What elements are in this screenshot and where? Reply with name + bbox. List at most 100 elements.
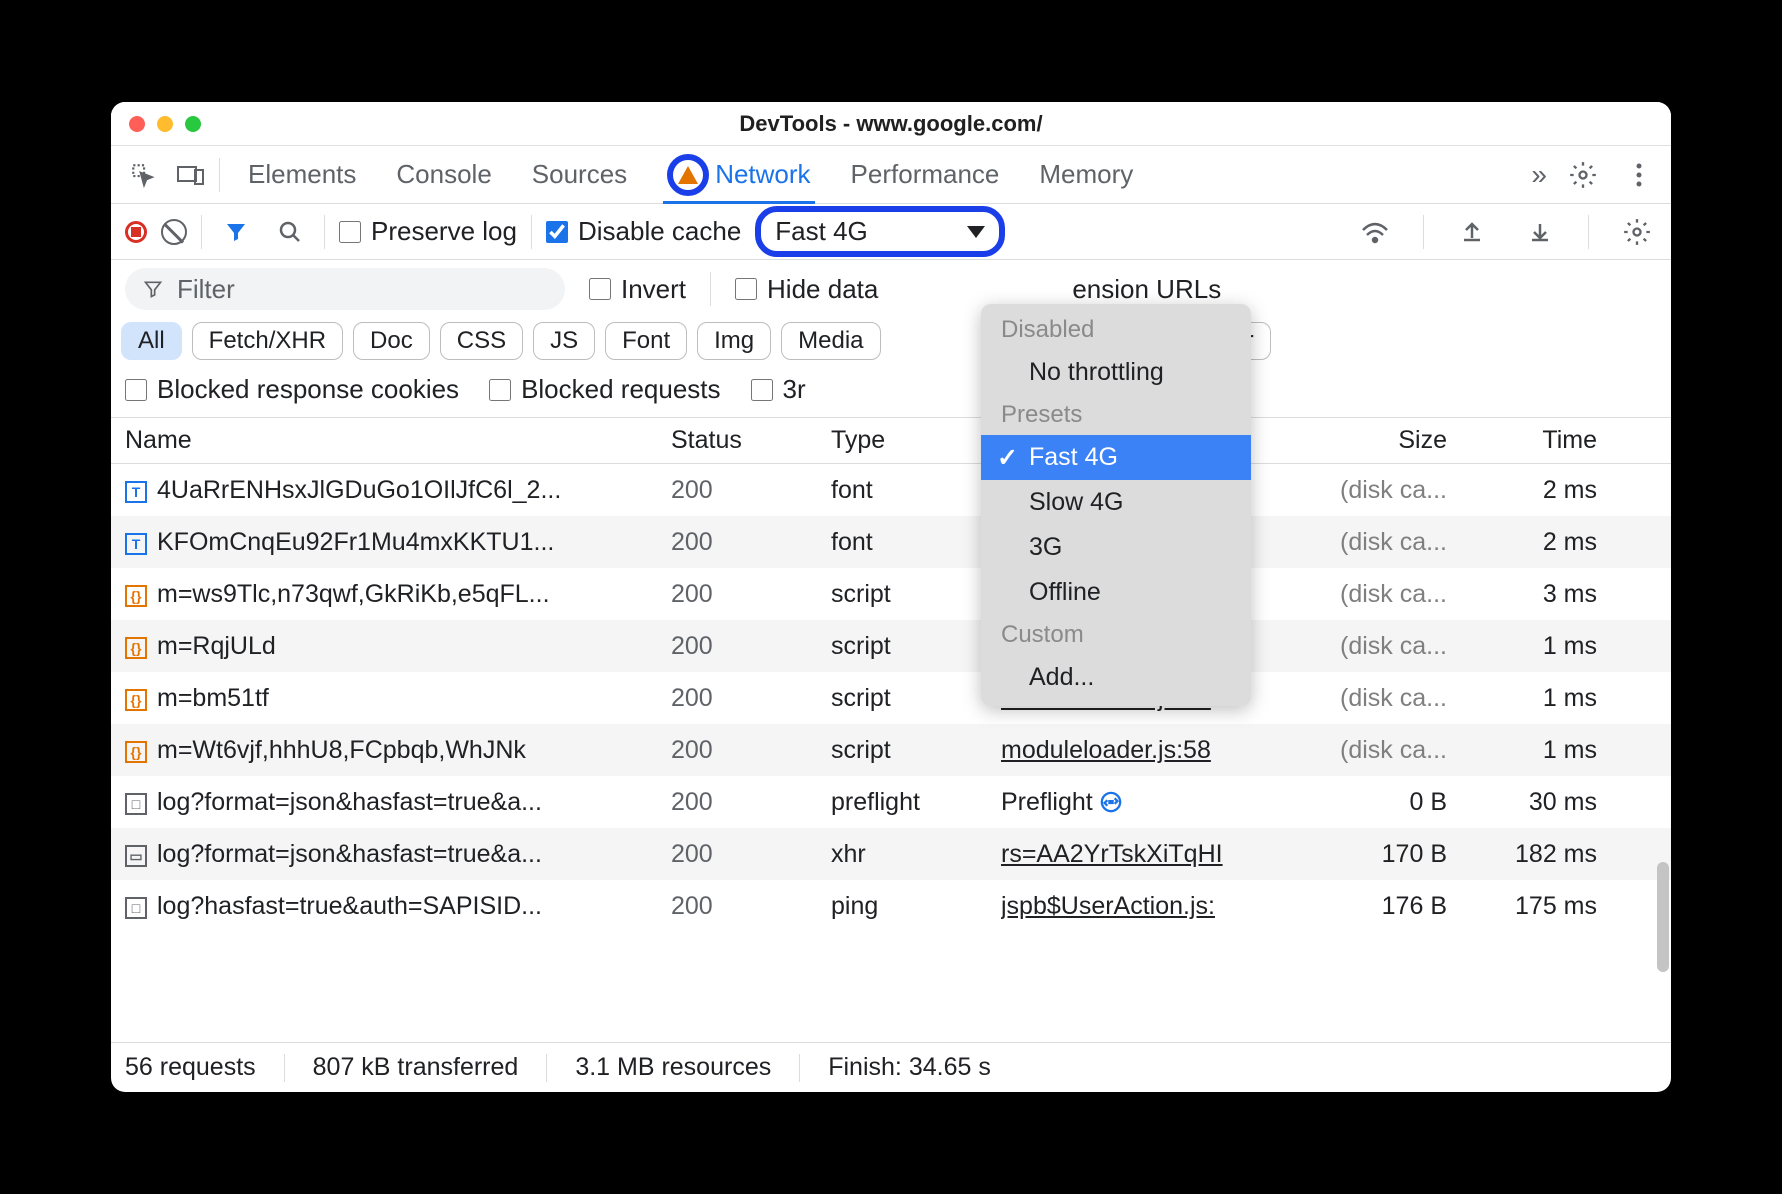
request-status: 200 <box>671 476 831 505</box>
chip-doc[interactable]: Doc <box>353 322 430 360</box>
request-status: 200 <box>671 528 831 557</box>
table-row[interactable]: {}m=RqjULd 200 script 58 (disk ca... 1 m… <box>111 620 1671 672</box>
table-row[interactable]: {}m=bm51tf 200 script moduleloader.js:58… <box>111 672 1671 724</box>
column-size[interactable]: Size <box>1281 426 1461 455</box>
request-initiator[interactable]: Preflight <box>1001 788 1281 817</box>
network-warning-highlight <box>667 154 709 196</box>
request-size: (disk ca... <box>1281 528 1461 557</box>
column-type[interactable]: Type <box>831 426 1001 455</box>
more-menu-icon[interactable] <box>1619 155 1659 195</box>
dropdown-item-slow-4g[interactable]: Slow 4G <box>981 480 1251 525</box>
settings-icon[interactable] <box>1563 155 1603 195</box>
request-initiator[interactable]: rs=AA2YrTskXiTqHI <box>1001 840 1281 869</box>
disable-cache-checkbox[interactable]: Disable cache <box>546 216 741 247</box>
column-name[interactable]: Name <box>111 426 671 455</box>
file-type-icon: {} <box>125 585 147 607</box>
scrollbar[interactable] <box>1657 862 1669 972</box>
dropdown-item-fast-4g[interactable]: Fast 4G <box>981 435 1251 480</box>
status-bar: 56 requests 807 kB transferred 3.1 MB re… <box>111 1042 1671 1092</box>
chip-img[interactable]: Img <box>697 322 771 360</box>
request-time: 1 ms <box>1461 684 1621 713</box>
request-status: 200 <box>671 892 831 921</box>
blocked-response-cookies-checkbox[interactable]: Blocked response cookies <box>125 374 459 405</box>
request-type: script <box>831 684 1001 713</box>
tabs-right-controls: » <box>1531 155 1659 195</box>
inspect-element-icon[interactable] <box>123 155 163 195</box>
request-time: 2 ms <box>1461 476 1621 505</box>
blocked-requests-checkbox[interactable]: Blocked requests <box>489 374 720 405</box>
table-row[interactable]: {}m=ws9Tlc,n73qwf,GkRiKb,e5qFL... 200 sc… <box>111 568 1671 620</box>
blocked-requests-label: Blocked requests <box>521 374 720 405</box>
table-row[interactable]: {}m=Wt6vjf,hhhU8,FCpbqb,WhJNk 200 script… <box>111 724 1671 776</box>
tab-performance[interactable]: Performance <box>851 146 1000 204</box>
dropdown-item-3g[interactable]: 3G <box>981 525 1251 570</box>
tab-console[interactable]: Console <box>396 146 491 204</box>
search-icon[interactable] <box>270 212 310 252</box>
request-status: 200 <box>671 632 831 661</box>
dropdown-item-no-throttling[interactable]: No throttling <box>981 350 1251 395</box>
footer-resources: 3.1 MB resources <box>575 1053 771 1082</box>
request-type: xhr <box>831 840 1001 869</box>
network-toolbar: Preserve log Disable cache Fast 4G <box>111 204 1671 260</box>
request-initiator[interactable]: jspb$UserAction.js: <box>1001 892 1281 921</box>
dropdown-item-add[interactable]: Add... <box>981 655 1251 700</box>
tab-elements[interactable]: Elements <box>248 146 356 204</box>
dropdown-item-offline[interactable]: Offline <box>981 570 1251 615</box>
third-party-label-fragment: 3r <box>783 374 806 405</box>
throttling-dropdown: Disabled No throttling Presets Fast 4G S… <box>981 304 1251 706</box>
tab-memory[interactable]: Memory <box>1039 146 1133 204</box>
titlebar: DevTools - www.google.com/ <box>111 102 1671 146</box>
separator <box>1423 215 1424 249</box>
hide-data-checkbox[interactable]: Hide data <box>735 274 878 305</box>
chip-css[interactable]: CSS <box>440 322 523 360</box>
network-conditions-icon[interactable] <box>1355 212 1395 252</box>
chip-all[interactable]: All <box>121 322 182 360</box>
throttling-select[interactable]: Fast 4G <box>755 206 1005 257</box>
request-initiator[interactable]: moduleloader.js:58 <box>1001 736 1281 765</box>
table-row[interactable]: TKFOmCnqEu92Fr1Mu4mxKKTU1... 200 font n3… <box>111 516 1671 568</box>
filter-input[interactable]: Filter <box>125 268 565 310</box>
network-settings-icon[interactable] <box>1617 212 1657 252</box>
invert-checkbox[interactable]: Invert <box>589 274 686 305</box>
request-time: 2 ms <box>1461 528 1621 557</box>
request-time: 1 ms <box>1461 632 1621 661</box>
table-row[interactable]: T4UaRrENHsxJlGDuGo1OIlJfC6l_2... 200 fon… <box>111 464 1671 516</box>
file-type-icon: {} <box>125 637 147 659</box>
upload-har-icon[interactable] <box>1452 212 1492 252</box>
toggle-device-icon[interactable] <box>171 155 211 195</box>
request-name: 4UaRrENHsxJlGDuGo1OIlJfC6l_2... <box>157 476 561 504</box>
preserve-log-checkbox[interactable]: Preserve log <box>339 216 517 247</box>
file-type-icon: ▭ <box>125 845 147 867</box>
request-type: script <box>831 736 1001 765</box>
record-button[interactable] <box>125 221 147 243</box>
clear-button[interactable] <box>161 219 187 245</box>
request-name: m=ws9Tlc,n73qwf,GkRiKb,e5qFL... <box>157 580 550 608</box>
request-status: 200 <box>671 684 831 713</box>
column-status[interactable]: Status <box>671 426 831 455</box>
tab-network-label: Network <box>715 159 810 190</box>
panel-tabs-row: Elements Console Sources Network Perform… <box>111 146 1671 204</box>
third-party-checkbox[interactable]: 3r <box>751 374 806 405</box>
request-name: m=bm51tf <box>157 684 269 712</box>
file-type-icon: □ <box>125 793 147 815</box>
chip-fetch-xhr[interactable]: Fetch/XHR <box>192 322 343 360</box>
table-row[interactable]: □log?format=json&hasfast=true&a... 200 p… <box>111 776 1671 828</box>
filter-toggle-icon[interactable] <box>216 212 256 252</box>
invert-label: Invert <box>621 274 686 305</box>
separator <box>531 215 532 249</box>
table-row[interactable]: ▭log?format=json&hasfast=true&a... 200 x… <box>111 828 1671 880</box>
panel-tabs: Elements Console Sources Network Perform… <box>248 146 1523 204</box>
tab-sources[interactable]: Sources <box>532 146 627 204</box>
tab-network[interactable]: Network <box>667 146 810 204</box>
download-har-icon[interactable] <box>1520 212 1560 252</box>
chip-js[interactable]: JS <box>533 322 595 360</box>
separator <box>324 215 325 249</box>
request-name: m=RqjULd <box>157 632 276 660</box>
chip-media[interactable]: Media <box>781 322 880 360</box>
column-time[interactable]: Time <box>1461 426 1621 455</box>
table-row[interactable]: □log?hasfast=true&auth=SAPISID... 200 pi… <box>111 880 1671 932</box>
footer-transferred: 807 kB transferred <box>313 1053 519 1082</box>
chip-font[interactable]: Font <box>605 322 687 360</box>
more-tabs-icon[interactable]: » <box>1531 159 1547 191</box>
preserve-log-label: Preserve log <box>371 216 517 247</box>
